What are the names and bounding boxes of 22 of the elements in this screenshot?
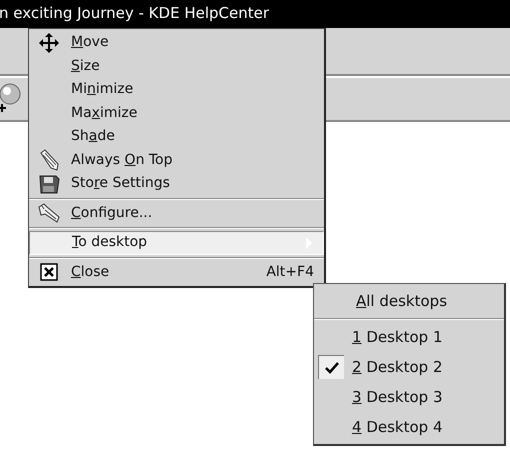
- menu-item[interactable]: To desktop: [29, 231, 324, 254]
- menu-item[interactable]: Close Alt+F4: [29, 260, 324, 284]
- menu-item[interactable]: Size: [29, 54, 324, 78]
- menu-item[interactable]: Maximize: [29, 102, 324, 125]
- wrench-icon: [37, 202, 61, 224]
- menu-item[interactable]: Always On Top: [29, 148, 324, 172]
- floppy-icon: [38, 172, 60, 195]
- shortcut-label: Alt+F4: [266, 262, 314, 282]
- menu-item[interactable]: Move: [29, 31, 324, 54]
- menu-item[interactable]: Configure...: [29, 202, 324, 225]
- pencil-icon: [38, 149, 60, 172]
- menu-item[interactable]: 3 Desktop 3: [314, 382, 504, 412]
- menu-item[interactable]: Store Settings: [29, 172, 324, 196]
- menu-item[interactable]: 1 Desktop 1: [314, 322, 504, 352]
- menu-item[interactable]: All desktops: [314, 286, 504, 316]
- menu-item[interactable]: Shade: [29, 125, 324, 148]
- menu-item[interactable]: Minimize: [29, 78, 324, 102]
- window-title: n exciting Journey - KDE HelpCenter: [0, 4, 269, 22]
- close-icon: [40, 263, 58, 282]
- move-icon: [38, 32, 60, 54]
- menu-item[interactable]: 4 Desktop 4: [314, 412, 504, 442]
- menu-item[interactable]: 2 Desktop 2: [314, 352, 504, 382]
